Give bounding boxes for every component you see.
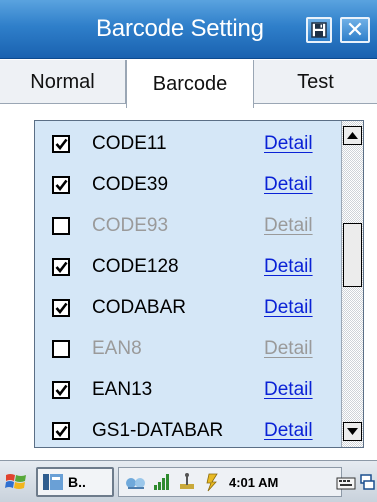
- close-button[interactable]: ✕: [340, 17, 370, 43]
- checkmark-icon: [55, 138, 68, 150]
- list-item: CODE39 Detail: [35, 164, 341, 205]
- window-switch-icon: [360, 474, 375, 490]
- save-icon: [311, 22, 327, 38]
- list-item: CODABAR Detail: [35, 287, 341, 328]
- battery-charging-icon[interactable]: [203, 472, 221, 492]
- arrow-up-icon: [347, 132, 358, 139]
- detail-link[interactable]: Detail: [264, 215, 313, 237]
- list-item: CODE93 Detail: [35, 205, 341, 246]
- checkbox[interactable]: [52, 257, 70, 276]
- clock[interactable]: 4:01 AM: [229, 475, 278, 490]
- barcode-name: CODE39: [92, 173, 169, 195]
- checkbox[interactable]: [52, 134, 70, 153]
- checkmark-icon: [55, 261, 68, 273]
- list-item: EAN8 Detail: [35, 328, 341, 369]
- input-panel-button[interactable]: [336, 467, 358, 497]
- barcode-list: CODE11 Detail CODE39 Detail CODE93 Detai…: [35, 121, 341, 447]
- barcode-name: EAN13: [92, 378, 153, 400]
- network-icon[interactable]: [125, 473, 147, 491]
- scroll-up-button[interactable]: [343, 126, 362, 145]
- checkbox[interactable]: [52, 298, 70, 317]
- list-item: GS1-DATABAR Detail: [35, 410, 341, 447]
- scroll-thumb[interactable]: [343, 223, 362, 287]
- system-tray: 4:01 AM: [118, 467, 342, 497]
- tab-bar: Normal Barcode Test: [0, 60, 377, 108]
- detail-link[interactable]: Detail: [264, 133, 313, 155]
- list-item: CODE11 Detail: [35, 123, 341, 164]
- barcode-name: EAN8: [92, 337, 142, 359]
- windows-flag-icon: [5, 474, 26, 489]
- keyboard-icon: [336, 477, 356, 490]
- signal-strength-icon[interactable]: [153, 473, 171, 491]
- title-bar: Barcode Setting ✕: [0, 0, 377, 59]
- detail-link[interactable]: Detail: [264, 420, 313, 442]
- checkmark-icon: [55, 179, 68, 191]
- checkmark-icon: [55, 384, 68, 396]
- barcode-name: CODE128: [92, 255, 179, 277]
- barcode-name: CODABAR: [92, 296, 186, 318]
- usb-sync-icon[interactable]: [177, 473, 197, 491]
- checkmark-icon: [55, 302, 68, 314]
- detail-link[interactable]: Detail: [264, 174, 313, 196]
- checkbox[interactable]: [52, 380, 70, 399]
- checkbox[interactable]: [52, 175, 70, 194]
- taskbar: B.. 4:01 AM: [0, 460, 377, 502]
- checkbox[interactable]: [52, 216, 70, 235]
- checkmark-icon: [55, 425, 68, 437]
- list-item: CODE128 Detail: [35, 246, 341, 287]
- detail-link[interactable]: Detail: [264, 256, 313, 278]
- window-switch-button[interactable]: [360, 467, 376, 497]
- barcode-name: CODE93: [92, 214, 169, 236]
- detail-link[interactable]: Detail: [264, 297, 313, 319]
- taskbar-app-label: B..: [68, 474, 86, 490]
- app-icon: [43, 474, 63, 490]
- window-title: Barcode Setting: [96, 15, 264, 42]
- barcode-name: CODE11: [92, 132, 167, 154]
- detail-link[interactable]: Detail: [264, 338, 313, 360]
- checkbox[interactable]: [52, 421, 70, 440]
- tab-barcode[interactable]: Barcode: [126, 60, 254, 108]
- start-button[interactable]: [4, 467, 30, 497]
- list-item: EAN13 Detail: [35, 369, 341, 410]
- taskbar-app-button[interactable]: B..: [36, 467, 114, 497]
- checkbox[interactable]: [52, 339, 70, 358]
- save-button[interactable]: [306, 17, 332, 43]
- tab-test[interactable]: Test: [254, 60, 377, 104]
- barcode-name: GS1-DATABAR: [92, 419, 224, 441]
- detail-link[interactable]: Detail: [264, 379, 313, 401]
- close-icon: ✕: [345, 17, 365, 42]
- vertical-scrollbar[interactable]: [341, 121, 363, 447]
- arrow-down-icon: [347, 428, 358, 435]
- tab-normal[interactable]: Normal: [0, 60, 126, 104]
- scroll-down-button[interactable]: [343, 422, 362, 441]
